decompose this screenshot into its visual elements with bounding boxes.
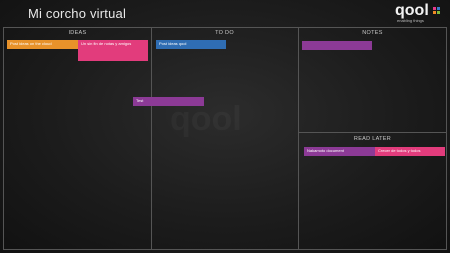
qool-logo: qool enabling things [395, 3, 441, 25]
note-todo-1[interactable]: Post ideas qool [156, 40, 226, 49]
logo-square-pink [433, 7, 436, 10]
logo-wordmark: qool [395, 2, 429, 19]
note-readlater-2[interactable]: Crecer de todos y todos [375, 147, 445, 156]
note-readlater-1[interactable]: Nakamoto document [304, 147, 375, 156]
logo-tagline: enabling things [397, 18, 424, 23]
note-ideas-1[interactable]: Post ideas on the cloud [7, 40, 78, 49]
corkboard: IDEAS TO DO NOTES READ LATER [3, 27, 447, 250]
column-title-ideas: IDEAS [68, 30, 87, 36]
note-dragging[interactable]: Test [133, 97, 204, 106]
logo-square-orange [433, 11, 436, 14]
column-divider-1 [151, 28, 152, 249]
app-title: Mi corcho virtual [28, 6, 127, 21]
notes-readlater-divider [299, 132, 446, 133]
logo-square-green [437, 11, 440, 14]
note-ideas-2[interactable]: Un sin fin de notas y amigos [78, 40, 148, 61]
column-title-notes: NOTES [362, 30, 383, 36]
column-title-todo: TO DO [215, 30, 234, 36]
column-title-read-later: READ LATER [353, 136, 392, 142]
note-notes-1[interactable] [302, 41, 372, 50]
logo-square-blue [437, 7, 440, 10]
